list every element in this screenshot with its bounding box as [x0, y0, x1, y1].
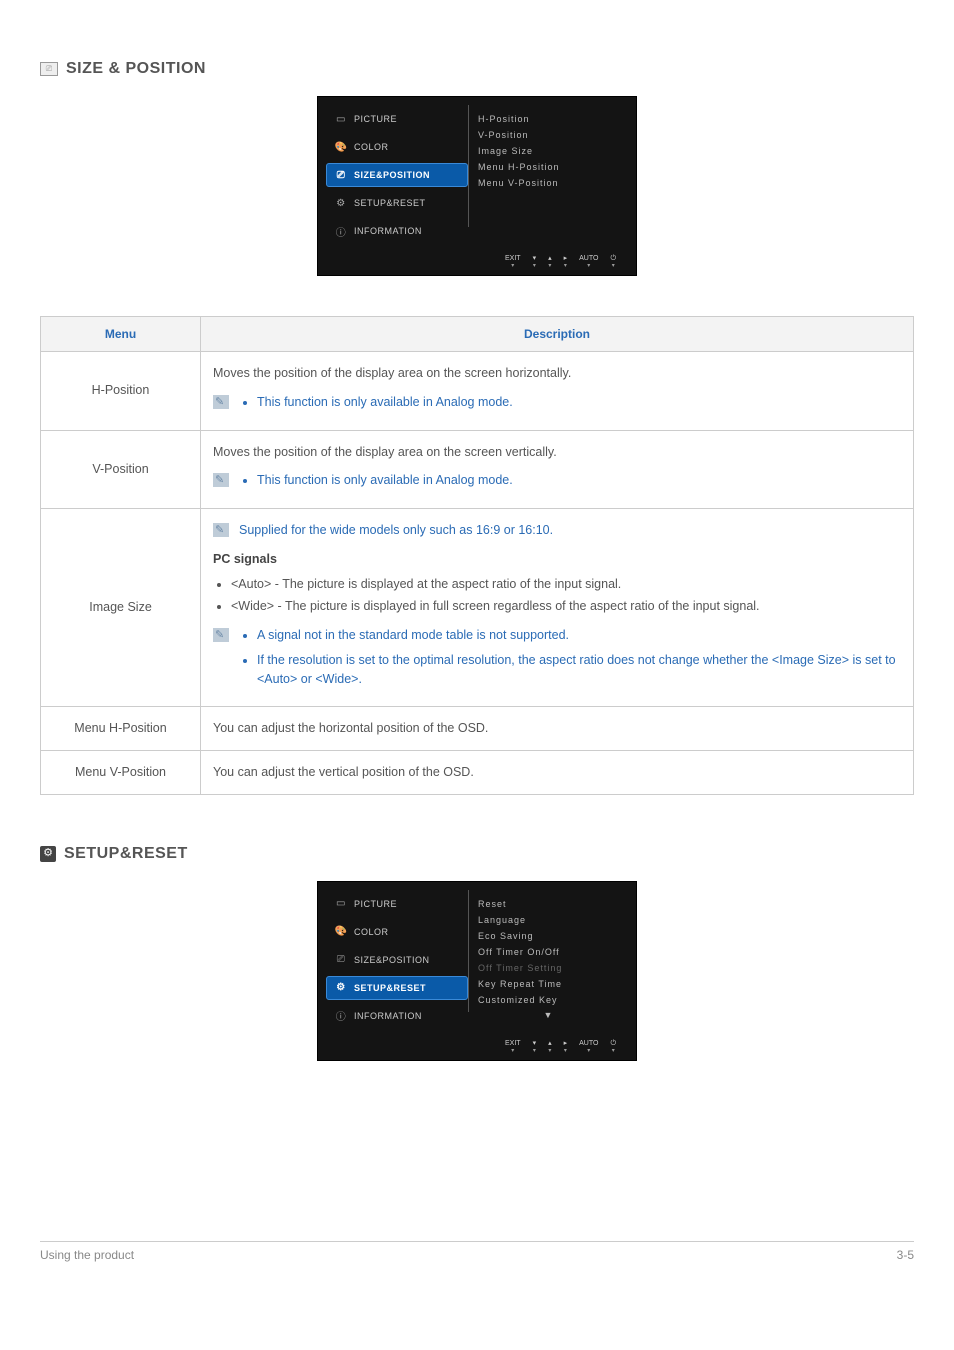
pc-signals-list: <Auto> - The picture is displayed at the…: [213, 575, 901, 617]
info-icon: ⓘ: [334, 224, 348, 238]
osd-bottom-bar: EXIT▾ ▾▾ ▴▾ ▸▾ AUTO▾ ⏻▾: [318, 253, 636, 275]
info-icon: ⓘ: [334, 1009, 348, 1023]
osd-menu-information: ⓘINFORMATION: [326, 1004, 468, 1028]
note-text: Supplied for the wide models only such a…: [239, 521, 553, 540]
table-header-menu: Menu: [41, 317, 201, 352]
osd-option: Reset: [468, 896, 628, 912]
table-row: V-Position Moves the position of the dis…: [41, 430, 914, 509]
menu-description-table: Menu Description H-Position Moves the po…: [40, 316, 914, 795]
osd-btn-auto: AUTO▾: [579, 1040, 598, 1054]
section-heading-setup-reset: SETUP&RESET: [40, 845, 914, 863]
menu-cell: Image Size: [41, 509, 201, 707]
osd-menu-color: 🎨COLOR: [326, 135, 468, 159]
osd-btn-down: ▾▾: [533, 255, 537, 269]
osd-menu-size-position: ⎚SIZE&POSITION: [326, 948, 468, 972]
list-item: <Auto> - The picture is displayed at the…: [231, 575, 901, 594]
osd-option: Eco Saving: [468, 928, 628, 944]
section-title: SIZE & POSITION: [66, 60, 206, 78]
osd-menu-picture: ▭PICTURE: [326, 107, 468, 131]
note-text: A signal not in the standard mode table …: [257, 626, 901, 645]
osd-btn-power: ⏻▾: [610, 255, 616, 269]
list-item: <Wide> - The picture is displayed in ful…: [231, 597, 901, 616]
table-row: H-Position Moves the position of the dis…: [41, 352, 914, 431]
osd-option-disabled: Off Timer Setting: [468, 960, 628, 976]
osd-screenshot-size-position: ▭PICTURE 🎨COLOR ⎚SIZE&POSITION ⚙SETUP&RE…: [40, 96, 914, 276]
osd-option: Image Size: [468, 143, 628, 159]
size-position-icon: ⎚: [334, 953, 348, 967]
size-position-icon: ⎚: [40, 62, 58, 76]
osd-btn-up: ▴▾: [548, 1040, 552, 1054]
osd-screenshot-setup-reset: ▭PICTURE 🎨COLOR ⎚SIZE&POSITION ⚙SETUP&RE…: [40, 881, 914, 1061]
section-title: SETUP&RESET: [64, 845, 188, 863]
osd-btn-exit: EXIT▾: [505, 255, 521, 269]
osd-option: Menu V-Position: [468, 175, 628, 191]
osd-btn-down: ▾▾: [533, 1040, 537, 1054]
description-cell: Moves the position of the display area o…: [201, 430, 914, 509]
description-cell: Supplied for the wide models only such a…: [201, 509, 914, 707]
osd-menu-setup-reset: ⚙SETUP&RESET: [326, 191, 468, 215]
page-footer: Using the product 3-5: [40, 1241, 914, 1262]
footer-right: 3-5: [897, 1248, 914, 1262]
picture-icon: ▭: [334, 897, 348, 911]
note-block: This function is only available in Analo…: [213, 393, 901, 418]
table-row: Image Size Supplied for the wide models …: [41, 509, 914, 707]
osd-menu-color: 🎨COLOR: [326, 920, 468, 944]
menu-cell: Menu V-Position: [41, 751, 201, 795]
menu-cell: Menu H-Position: [41, 707, 201, 751]
description-text: Moves the position of the display area o…: [213, 443, 901, 462]
osd-menu-picture: ▭PICTURE: [326, 892, 468, 916]
pc-signals-label: PC signals: [213, 550, 901, 569]
osd-menu-size-position: ⎚SIZE&POSITION: [326, 163, 468, 187]
color-icon: 🎨: [334, 140, 348, 154]
table-row: Menu H-Position You can adjust the horiz…: [41, 707, 914, 751]
note-text: This function is only available in Analo…: [257, 471, 513, 490]
osd-option: H-Position: [468, 111, 628, 127]
footer-left: Using the product: [40, 1248, 134, 1262]
gear-icon: ⚙: [334, 981, 348, 995]
section-heading-size-position: ⎚ SIZE & POSITION: [40, 60, 914, 78]
note-block: This function is only available in Analo…: [213, 471, 901, 496]
description-cell: Moves the position of the display area o…: [201, 352, 914, 431]
osd-option: V-Position: [468, 127, 628, 143]
picture-icon: ▭: [334, 112, 348, 126]
osd-option: Customized Key: [468, 992, 628, 1008]
osd-bottom-bar: EXIT▾ ▾▾ ▴▾ ▸▾ AUTO▾ ⏻▾: [318, 1038, 636, 1060]
description-text: Moves the position of the display area o…: [213, 364, 901, 383]
color-icon: 🎨: [334, 925, 348, 939]
note-text: If the resolution is set to the optimal …: [257, 651, 901, 689]
osd-btn-auto: AUTO▾: [579, 255, 598, 269]
osd-btn-right: ▸▾: [564, 1040, 568, 1054]
osd-menu-setup-reset: ⚙SETUP&RESET: [326, 976, 468, 1000]
menu-cell: V-Position: [41, 430, 201, 509]
osd-option: Off Timer On/Off: [468, 944, 628, 960]
note-block: A signal not in the standard mode table …: [213, 626, 901, 694]
osd-btn-up: ▴▾: [548, 255, 552, 269]
note-block: Supplied for the wide models only such a…: [213, 521, 901, 540]
osd-option: Key Repeat Time: [468, 976, 628, 992]
osd-menu-information: ⓘINFORMATION: [326, 219, 468, 243]
osd-option: Menu H-Position: [468, 159, 628, 175]
note-icon: [213, 395, 229, 409]
description-cell: You can adjust the horizontal position o…: [201, 707, 914, 751]
osd-option: Language: [468, 912, 628, 928]
note-icon: [213, 523, 229, 537]
note-icon: [213, 628, 229, 642]
size-position-icon: ⎚: [334, 168, 348, 182]
note-text: This function is only available in Analo…: [257, 393, 513, 412]
note-icon: [213, 473, 229, 487]
osd-btn-right: ▸▾: [564, 255, 568, 269]
setup-reset-icon: [40, 846, 56, 862]
gear-icon: ⚙: [334, 196, 348, 210]
table-header-description: Description: [201, 317, 914, 352]
menu-cell: H-Position: [41, 352, 201, 431]
description-cell: You can adjust the vertical position of …: [201, 751, 914, 795]
osd-btn-exit: EXIT▾: [505, 1040, 521, 1054]
scroll-down-icon: ▼: [468, 1008, 628, 1022]
osd-btn-power: ⏻▾: [610, 1040, 616, 1054]
table-row: Menu V-Position You can adjust the verti…: [41, 751, 914, 795]
